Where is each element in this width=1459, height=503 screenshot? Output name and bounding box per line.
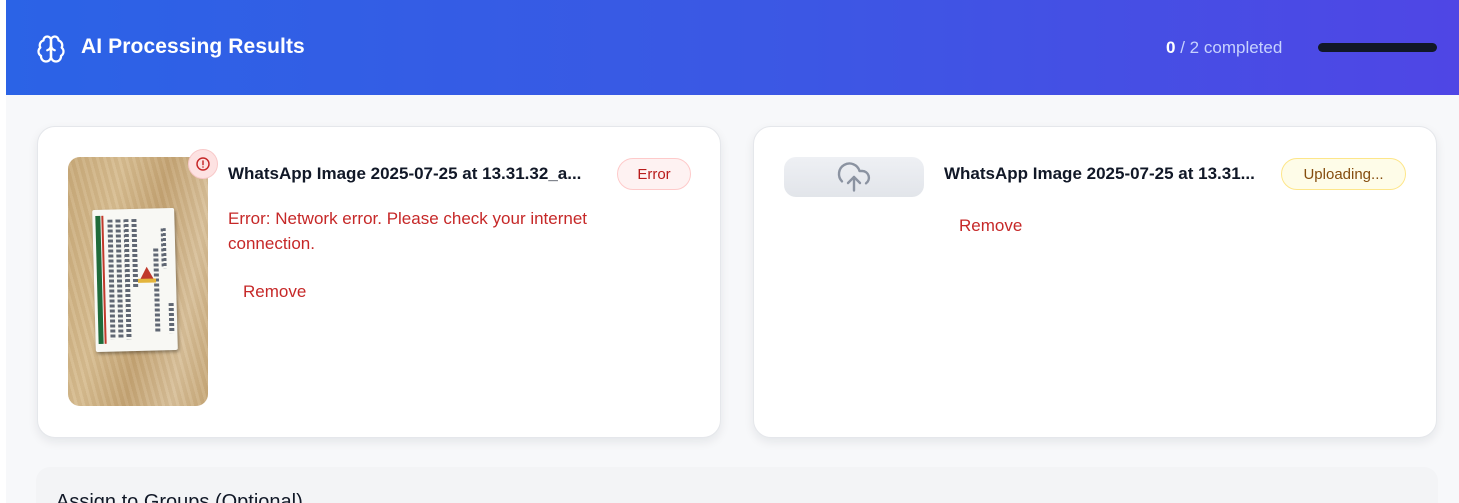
cloud-upload-icon [837,162,871,192]
progress-suffix: completed [1203,38,1283,57]
total-count: 2 [1189,38,1200,57]
assign-groups-title: Assign to Groups (Optional) [56,491,303,503]
results-header: AI Processing Results 0 / 2 completed [6,0,1459,95]
progress-counter: 0 / 2 completed [1166,38,1282,58]
remove-button[interactable]: Remove [243,282,306,302]
page-title: AI Processing Results [81,35,305,58]
remove-button[interactable]: Remove [959,216,1022,236]
file-card-error: WhatsApp Image 2025-07-25 at 13.31.32_a.… [37,126,721,438]
progress-bar [1318,43,1437,52]
completed-count: 0 [1166,38,1176,57]
results-panel: AI Processing Results 0 / 2 completed Wh… [6,0,1459,503]
error-message: Error: Network error. Please check your … [228,209,588,253]
status-badge-error: Error [617,158,691,190]
status-badge-uploading: Uploading... [1281,158,1406,190]
business-card-image [92,207,178,353]
upload-placeholder [784,157,924,197]
file-thumbnail [68,157,208,406]
assign-groups-section: Assign to Groups (Optional) [36,467,1438,503]
error-alert-icon [188,149,218,179]
file-name: WhatsApp Image 2025-07-25 at 13.31... [944,164,1255,183]
brain-icon [37,35,65,63]
progress-separator: / [1180,38,1185,57]
file-name: WhatsApp Image 2025-07-25 at 13.31.32_a.… [228,164,582,183]
file-card-uploading: WhatsApp Image 2025-07-25 at 13.31... Up… [753,126,1437,438]
